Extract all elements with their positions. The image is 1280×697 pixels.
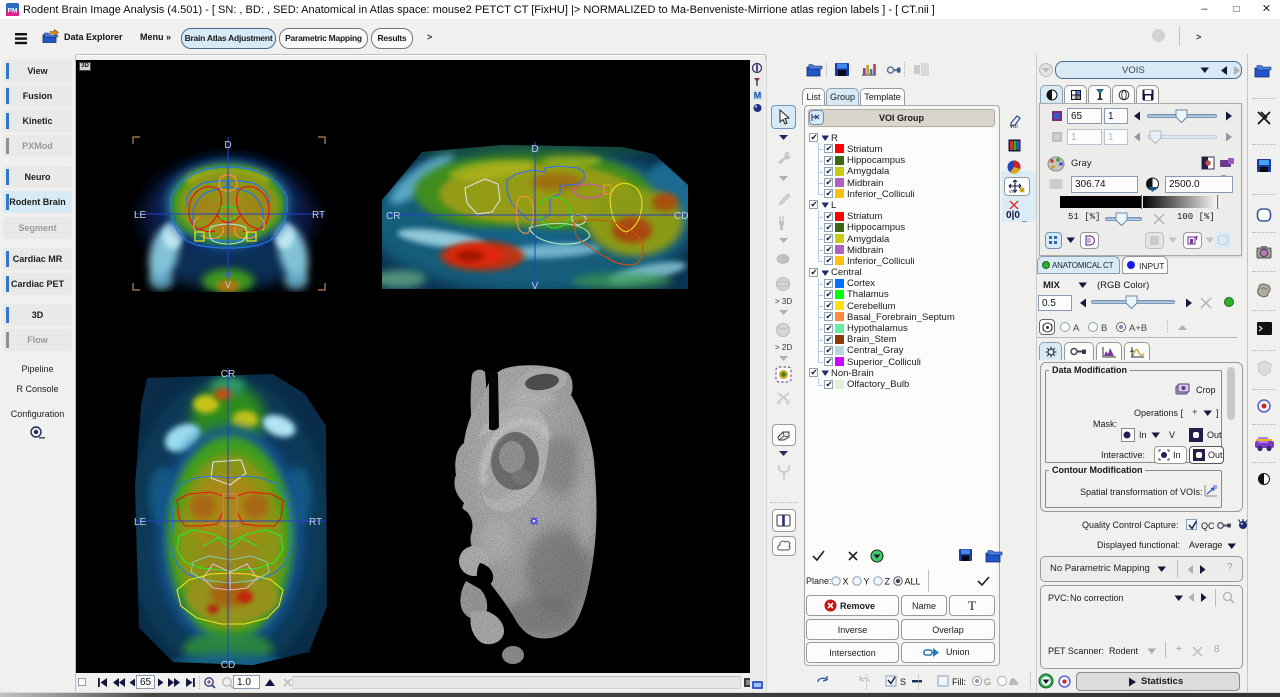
svg-text:V: V — [532, 281, 539, 290]
svg-text:CD: CD — [221, 660, 235, 670]
svg-text:Z: Z — [885, 577, 891, 587]
svg-text:_: _ — [843, 74, 849, 82]
svg-text:Y: Y — [864, 577, 870, 587]
svg-text:D: D — [531, 144, 538, 155]
svg-text:M: M — [754, 91, 762, 101]
svg-text:ALL: ALL — [905, 577, 921, 587]
svg-text:LE: LE — [134, 517, 147, 528]
svg-text:CR: CR — [221, 369, 235, 380]
svg-text:RT: RT — [312, 210, 325, 221]
svg-text:X: X — [843, 577, 849, 587]
svg-text:_: _ — [1267, 74, 1273, 82]
svg-text:PM: PM — [8, 8, 18, 15]
svg-text:voi: voi — [1009, 189, 1016, 194]
svg-text:_: _ — [868, 74, 874, 82]
svg-text:D: D — [224, 140, 231, 151]
svg-text:_: _ — [817, 73, 823, 81]
svg-text:S: S — [900, 677, 906, 687]
svg-text:A: A — [1073, 323, 1080, 334]
svg-text:Fill:: Fill: — [952, 677, 966, 687]
svg-text:LE: LE — [134, 210, 147, 221]
svg-text:A+B: A+B — [1129, 323, 1147, 334]
svg-text:CD: CD — [674, 211, 688, 222]
svg-text:RT: RT — [309, 517, 322, 528]
svg-text:_: _ — [789, 259, 793, 267]
svg-text:G: G — [984, 677, 991, 687]
svg-text:voi: voi — [1010, 124, 1018, 129]
svg-text:CR: CR — [386, 211, 400, 222]
svg-text:V: V — [225, 280, 231, 290]
svg-text:B: B — [1101, 323, 1107, 334]
